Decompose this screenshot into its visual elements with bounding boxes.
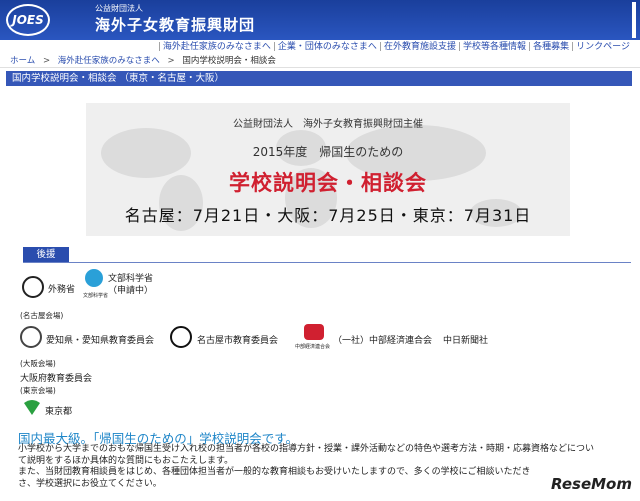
breadcrumb-sep: > — [167, 56, 175, 66]
intro-line: また、当財団教育相談員をはじめ、各種団体担当者が一般的な教育相談もお受けいたしま… — [18, 467, 531, 477]
venue-label-osaka: (大阪会場) — [20, 359, 56, 368]
event-banner: 公益財団法人 海外子女教育振興財団主催 2015年度 帰国生のための 学校説明会… — [86, 103, 570, 236]
banner-sponsor: 公益財団法人 海外子女教育振興財団主催 — [233, 119, 423, 130]
sponsor-nagoya-board: 名古屋市教育委員会 — [197, 336, 279, 346]
breadcrumb: ホーム > 海外赴任家族のみなさまへ > 国内学校説明会・相談会 — [0, 54, 640, 68]
chukeiren-logo-icon — [304, 324, 324, 340]
banner-year: 2015年度 帰国生のための — [252, 145, 404, 159]
venue-label-nagoya: (名古屋会場) — [20, 311, 64, 320]
intro-body: 小学校から大学までのおもな帰国生受け入れ校の担当者が各校の指導方針・授業・課外活… — [18, 444, 630, 490]
venue-label-tokyo: (東京会場) — [20, 386, 56, 395]
aichi-emblem-icon — [20, 326, 42, 348]
watermark: ReseMom — [551, 475, 632, 493]
banner-event-title: 学校説明会・相談会 — [229, 171, 427, 195]
breadcrumb-home[interactable]: ホーム — [10, 56, 35, 66]
logo[interactable]: JOES — [6, 4, 50, 36]
sponsor-mext-note: （申請中） — [108, 286, 154, 296]
nav-overseas-support[interactable]: 在外教育施設支援 — [384, 42, 456, 52]
org-name[interactable]: 海外子女教育振興財団 — [95, 14, 255, 35]
nav-school-info[interactable]: 学校等各種情報 — [463, 42, 526, 52]
nagoya-emblem-icon — [170, 326, 192, 348]
divider — [23, 262, 631, 263]
breadcrumb-families[interactable]: 海外赴任家族のみなさまへ — [58, 56, 160, 66]
page-title: 国内学校説明会・相談会 （東京・名古屋・大阪） — [6, 71, 632, 86]
mofa-emblem-icon — [22, 276, 44, 298]
sponsor-chukeiren: （一社）中部経済連合会 — [333, 336, 433, 346]
breadcrumb-current: 国内学校説明会・相談会 — [182, 56, 276, 66]
nav-recruitment[interactable]: 各種募集 — [533, 42, 569, 52]
chukeiren-logo-caption: 中部経済連合会 — [295, 344, 331, 350]
intro-line: て説明をするほか具体的な質問にもおこたえします。 — [18, 455, 234, 466]
sponsor-osaka-board: 大阪府教育委員会 — [20, 374, 93, 384]
intro-line: 小学校から大学までのおもな帰国生受け入れ校の担当者が各校の指導方針・授業・課外活… — [18, 444, 595, 454]
tokyo-ginkgo-icon — [24, 400, 40, 415]
nav-companies[interactable]: 企業・団体のみなさまへ — [278, 42, 377, 52]
intro-line: さ、学校選択にお役立てください。 — [18, 478, 162, 489]
nav-families[interactable]: 海外赴任家族のみなさまへ — [163, 42, 271, 52]
sponsor-aichi: 愛知県・愛知県教育委員会 — [46, 336, 155, 346]
support-tab: 後援 — [23, 247, 69, 262]
nav-links[interactable]: リンクページ — [576, 42, 630, 52]
sponsor-tokyo: 東京都 — [45, 407, 73, 417]
banner-dates: 名古屋：7月21日・大阪：7月25日・東京：7月31日 — [124, 206, 532, 225]
breadcrumb-sep: > — [42, 56, 51, 66]
org-kicker: 公益財団法人 — [95, 4, 143, 13]
mext-emblem-icon — [85, 269, 103, 287]
site-header: JOES 公益財団法人 海外子女教育振興財団 — [0, 0, 640, 40]
sponsor-mofa: 外務省 — [48, 285, 76, 295]
top-nav: | 海外赴任家族のみなさまへ | 企業・団体のみなさまへ | 在外教育施設支援 | 学校等各種… — [157, 42, 630, 52]
sponsor-chunichi: 中日新聞社 — [443, 336, 489, 346]
header-edge — [632, 2, 636, 38]
logo-text: JOES — [12, 13, 44, 27]
mext-emblem-caption: 文部科学省 — [83, 293, 109, 299]
